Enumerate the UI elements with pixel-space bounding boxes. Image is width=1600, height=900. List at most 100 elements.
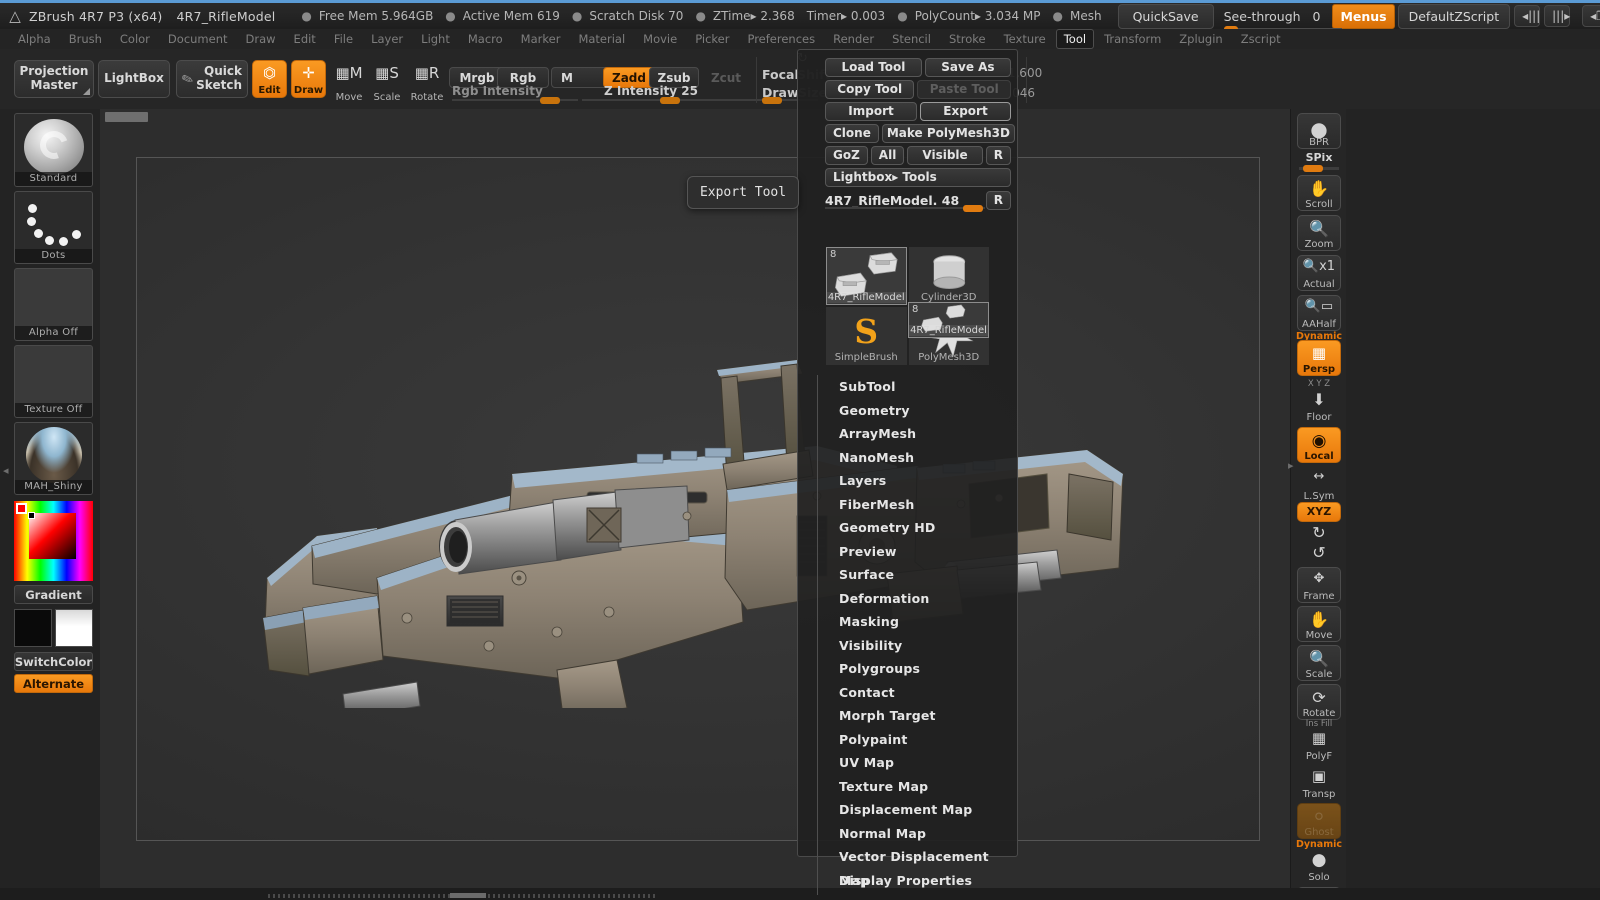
copy-tool-button[interactable]: Copy Tool xyxy=(825,80,915,99)
tool-thumb-cylinder[interactable]: Cylinder3D xyxy=(908,247,989,305)
menu-item-document[interactable]: Document xyxy=(160,29,236,49)
menu-item-zscript[interactable]: Zscript xyxy=(1233,29,1289,49)
switch-color-button[interactable]: SwitchColor xyxy=(14,652,93,671)
zoom-button[interactable]: 🔍 Zoom xyxy=(1297,215,1341,251)
quick-sketch-button[interactable]: ✎ Quick Sketch xyxy=(176,60,248,98)
menu-item-render[interactable]: Render xyxy=(825,29,882,49)
menu-item-transform[interactable]: Transform xyxy=(1096,29,1169,49)
color-gradient-square[interactable] xyxy=(29,513,76,559)
current-tool-knob[interactable] xyxy=(963,205,983,212)
menu-item-light[interactable]: Light xyxy=(413,29,458,49)
sub-palette-texture-map[interactable]: Texture Map xyxy=(798,775,1017,799)
menu-item-draw[interactable]: Draw xyxy=(238,29,284,49)
sub-palette-contact[interactable]: Contact xyxy=(798,681,1017,705)
color-value-marker[interactable] xyxy=(28,512,35,519)
menu-item-movie[interactable]: Movie xyxy=(635,29,685,49)
local-button[interactable]: ◉ Local xyxy=(1297,427,1341,463)
primary-color-swatch[interactable] xyxy=(14,609,52,647)
actual-button[interactable]: 🔍x1 Actual xyxy=(1297,255,1341,291)
transp-button[interactable]: ▣ Transp xyxy=(1297,764,1341,800)
sub-palette-polypaint[interactable]: Polypaint xyxy=(798,728,1017,752)
lightbox-tools-button[interactable]: Lightbox▸ Tools xyxy=(825,168,1011,187)
canvas-scroll-tab[interactable] xyxy=(105,112,148,122)
material-thumbnail[interactable]: MAH_Shiny xyxy=(14,422,93,495)
menu-item-zplugin[interactable]: Zplugin xyxy=(1171,29,1230,49)
sub-palette-subtool[interactable]: SubTool xyxy=(798,375,1017,399)
gradient-button[interactable]: Gradient xyxy=(14,585,93,604)
aahalf-button[interactable]: 🔍▭ AAHalf xyxy=(1297,295,1341,331)
scroll-button[interactable]: ✋ Scroll xyxy=(1297,175,1341,211)
menu-item-edit[interactable]: Edit xyxy=(286,29,324,49)
frame-button[interactable]: ✥ Frame xyxy=(1297,567,1341,603)
load-tool-button[interactable]: Load Tool xyxy=(825,58,922,77)
sub-palette-displacement-map[interactable]: Displacement Map xyxy=(798,798,1017,822)
tool-thumb-rifle-main[interactable]: 8 4R7_RifleModel xyxy=(826,247,907,305)
alternate-button[interactable]: Alternate xyxy=(14,674,93,693)
scroll-left-icon[interactable]: ◂||| xyxy=(1514,5,1540,27)
menu-item-stencil[interactable]: Stencil xyxy=(884,29,939,49)
sub-palette-uv-map[interactable]: UV Map xyxy=(798,751,1017,775)
lsym-button[interactable]: ↔ L.Sym xyxy=(1297,466,1341,502)
document-viewport[interactable] xyxy=(136,157,1260,841)
menu-item-alpha[interactable]: Alpha xyxy=(10,29,59,49)
sub-palette-nanomesh[interactable]: NanoMesh xyxy=(798,446,1017,470)
scale-button[interactable]: ▦S Scale xyxy=(369,60,405,104)
sub-palette-geometry-hd[interactable]: Geometry HD xyxy=(798,516,1017,540)
r-toggle-2[interactable]: R xyxy=(985,190,1011,210)
menu-item-picker[interactable]: Picker xyxy=(687,29,737,49)
sub-palette-polygroups[interactable]: Polygroups xyxy=(798,657,1017,681)
rotate-right-button[interactable]: ⟳ Rotate xyxy=(1297,684,1341,720)
draw-size-knob[interactable] xyxy=(762,97,782,104)
sub-palette-preview[interactable]: Preview xyxy=(798,540,1017,564)
draw-button[interactable]: ✛ Draw xyxy=(291,60,326,98)
scale-right-button[interactable]: 🔍 Scale xyxy=(1297,645,1341,681)
rotate-z-button[interactable]: ↺ xyxy=(1297,543,1341,563)
left-tray-collapse-arrow-icon[interactable]: ◂ xyxy=(3,464,9,477)
spix-slider[interactable] xyxy=(1299,165,1339,172)
menu-item-preferences[interactable]: Preferences xyxy=(739,29,823,49)
menu-item-brush[interactable]: Brush xyxy=(61,29,110,49)
menu-item-file[interactable]: File xyxy=(326,29,361,49)
sub-palette-morph-target[interactable]: Morph Target xyxy=(798,704,1017,728)
sub-palette-deformation[interactable]: Deformation xyxy=(798,587,1017,611)
bpr-button[interactable]: ● BPR xyxy=(1297,113,1341,149)
all-button[interactable]: All xyxy=(870,146,905,165)
sub-palette-layers[interactable]: Layers xyxy=(798,469,1017,493)
spix-knob[interactable] xyxy=(1303,165,1323,172)
menus-button[interactable]: Menus xyxy=(1332,3,1395,29)
current-tool-slider[interactable]: 4R7_RifleModel. 48 R xyxy=(825,190,1011,212)
sub-palette-fibermesh[interactable]: FiberMesh xyxy=(798,493,1017,517)
visible-button[interactable]: Visible xyxy=(907,146,983,165)
goz-button[interactable]: GoZ xyxy=(825,146,868,165)
see-through-slider[interactable]: See-through 0 xyxy=(1223,9,1342,33)
move-button[interactable]: ▦M Move xyxy=(331,60,367,104)
brush-thumbnail[interactable]: Standard xyxy=(14,113,93,187)
sub-palette-normal-map[interactable]: Normal Map xyxy=(798,822,1017,846)
solo-button[interactable]: ● Solo xyxy=(1297,847,1341,883)
scroll-right-icon[interactable]: |||▸ xyxy=(1544,5,1570,27)
sub-palette-arraymesh[interactable]: ArrayMesh xyxy=(798,422,1017,446)
color-hue-marker[interactable] xyxy=(16,503,27,514)
tray-left-icon[interactable]: ◂❐ xyxy=(1582,5,1600,27)
sub-palette-surface[interactable]: Surface xyxy=(798,563,1017,587)
floor-button[interactable]: ⬇ Floor xyxy=(1297,387,1341,423)
rgb-intensity-knob[interactable] xyxy=(540,97,560,104)
rotate-button[interactable]: ▦R Rotate xyxy=(409,60,445,104)
right-tray-collapse-arrow-icon[interactable]: ▸ xyxy=(1288,459,1294,472)
z-intensity-slider[interactable]: Z Intensity 25 xyxy=(582,84,762,104)
rotate-y-button[interactable]: ↻ xyxy=(1297,523,1341,543)
edit-button[interactable]: ⏣ Edit xyxy=(252,60,287,98)
menu-item-macro[interactable]: Macro xyxy=(460,29,511,49)
r-toggle-1[interactable]: R xyxy=(985,146,1011,165)
menu-item-tool[interactable]: Tool xyxy=(1055,29,1095,49)
menu-item-texture[interactable]: Texture xyxy=(996,29,1054,49)
menu-item-color[interactable]: Color xyxy=(112,29,158,49)
menu-item-material[interactable]: Material xyxy=(570,29,633,49)
polyf-button[interactable]: ▦ PolyF xyxy=(1297,726,1341,762)
lightbox-button[interactable]: LightBox xyxy=(98,60,170,98)
alpha-thumbnail[interactable]: Alpha Off xyxy=(14,268,93,341)
xyz-button[interactable]: XYZ xyxy=(1297,502,1341,522)
persp-button[interactable]: ▦ Persp xyxy=(1297,340,1341,376)
rgb-intensity-slider[interactable]: Rgb Intensity xyxy=(452,84,578,104)
sub-palette-display-properties[interactable]: Display Properties xyxy=(798,869,1017,893)
